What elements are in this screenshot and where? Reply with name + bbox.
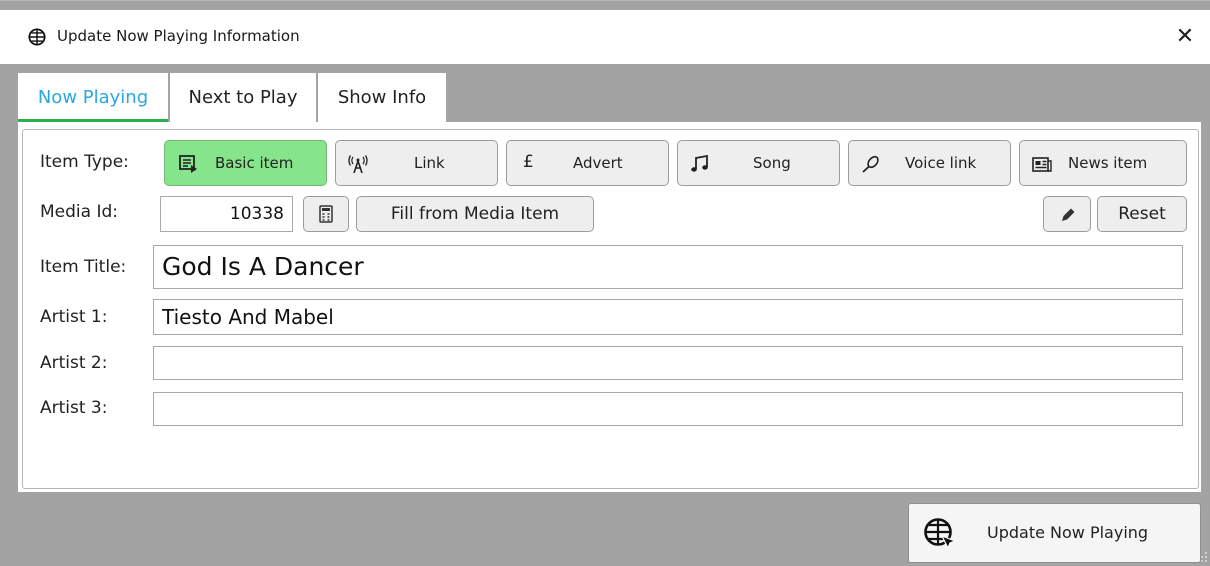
window-title: Update Now Playing Information (57, 27, 300, 45)
voice-link-label: Voice link (905, 154, 977, 172)
basic-item-icon (179, 155, 197, 173)
resize-grip-icon[interactable] (1198, 551, 1208, 563)
artist2-label: Artist 2: (40, 353, 108, 373)
tab-next-to-play[interactable]: Next to Play (170, 73, 316, 123)
item-title-label: Item Title: (40, 257, 127, 277)
music-note-icon (691, 155, 708, 172)
update-now-playing-button[interactable]: Update Now Playing (908, 503, 1201, 563)
item-title-input[interactable]: God Is A Dancer (153, 245, 1183, 289)
edit-button[interactable] (1043, 196, 1091, 232)
artist1-input[interactable]: Tiesto And Mabel (153, 299, 1183, 335)
link-button[interactable]: Link (335, 140, 498, 186)
fill-from-media-button[interactable]: Fill from Media Item (356, 196, 594, 232)
media-id-input[interactable]: 10338 (160, 196, 293, 232)
media-id-label: Media Id: (40, 202, 118, 222)
pound-icon: £ (523, 152, 534, 172)
globe-icon (28, 28, 46, 46)
song-button[interactable]: Song (677, 140, 840, 186)
advert-button[interactable]: £ Advert (506, 140, 669, 186)
antenna-icon (348, 155, 368, 173)
news-item-label: News item (1068, 154, 1148, 172)
artist3-input[interactable] (153, 392, 1183, 426)
tab-now-playing[interactable]: Now Playing (18, 73, 168, 123)
basic-item-button[interactable]: Basic item (164, 140, 327, 186)
tab-divider (316, 73, 318, 123)
voice-link-button[interactable]: Voice link (848, 140, 1011, 186)
dialog-window: Update Now Playing Information ✕ Now Pla… (0, 0, 1210, 566)
calculator-button[interactable] (303, 196, 349, 232)
song-label: Song (753, 154, 791, 172)
newspaper-icon (1032, 157, 1052, 172)
pencil-icon (1062, 208, 1075, 221)
tab-divider (168, 73, 170, 123)
news-item-button[interactable]: News item (1019, 140, 1187, 186)
artist1-label: Artist 1: (40, 307, 108, 327)
advert-label: Advert (573, 154, 623, 172)
reset-button[interactable]: Reset (1097, 196, 1187, 232)
artist3-label: Artist 3: (40, 398, 108, 418)
item-type-label: Item Type: (40, 152, 129, 172)
close-button[interactable]: ✕ (1170, 22, 1200, 52)
microphone-icon (862, 155, 879, 173)
update-now-playing-label: Update Now Playing (987, 523, 1149, 542)
calculator-icon (319, 205, 333, 223)
artist2-input[interactable] (153, 346, 1183, 380)
basic-item-label: Basic item (215, 154, 294, 172)
link-label: Link (414, 154, 445, 172)
globe-cursor-icon (924, 518, 957, 550)
tab-show-info[interactable]: Show Info (318, 73, 446, 123)
title-bar: Update Now Playing Information ✕ (0, 10, 1210, 64)
